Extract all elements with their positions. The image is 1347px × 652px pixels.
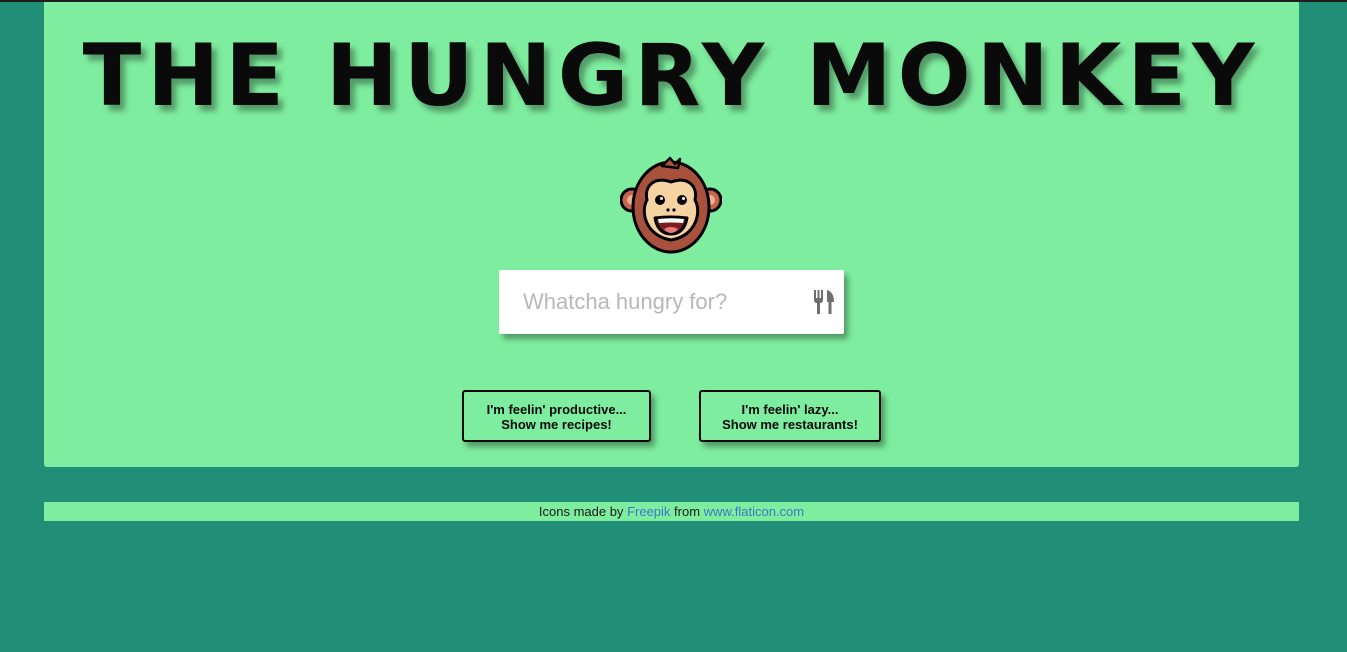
restaurants-button-line2: Show me restaurants! bbox=[722, 417, 858, 432]
credits-middle: from bbox=[674, 504, 701, 519]
credits-prefix: Icons made by bbox=[538, 504, 624, 519]
recipes-button-line1: I'm feelin' productive... bbox=[486, 402, 627, 417]
monkey-face-icon bbox=[620, 156, 722, 254]
recipes-button-line2: Show me recipes! bbox=[501, 417, 612, 432]
search-box bbox=[499, 270, 844, 334]
fork-knife-icon[interactable] bbox=[812, 288, 836, 316]
restaurants-button-line1: I'm feelin' lazy... bbox=[741, 402, 839, 417]
search-input[interactable] bbox=[499, 270, 789, 334]
show-restaurants-button[interactable]: I'm feelin' lazy... Show me restaurants! bbox=[699, 390, 881, 442]
freepik-link[interactable]: Freepik bbox=[627, 504, 670, 519]
flaticon-link[interactable]: www.flaticon.com bbox=[704, 504, 804, 519]
show-recipes-button[interactable]: I'm feelin' productive... Show me recipe… bbox=[462, 390, 651, 442]
footer-credits: Icons made by Freepik from www.flaticon.… bbox=[44, 502, 1299, 521]
hero-panel: THE HUNGRY MONKEY Whatcha hungry for? I'… bbox=[44, 2, 1299, 467]
page-title: THE HUNGRY MONKEY bbox=[82, 26, 1261, 126]
